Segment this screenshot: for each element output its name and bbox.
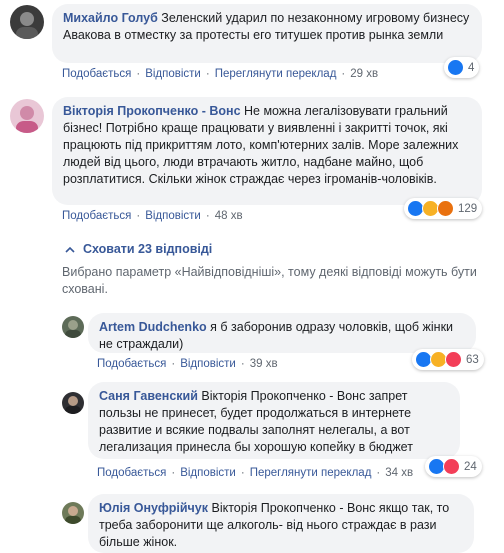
reaction-count: 24 [464,460,477,473]
comment-bubble: Михайло Голуб Зеленский ударил по незако… [52,4,482,63]
reaction-summary[interactable]: 63 [412,349,484,370]
reply-button[interactable]: Відповісти [145,68,201,80]
see-translation-link[interactable]: Переглянути переклад [250,467,372,479]
reply-author[interactable]: Artem Dudchenko [99,320,207,334]
like-button[interactable]: Подобається [97,467,166,479]
reply-mention[interactable]: Вікторія Прокопченко - Вонс [212,501,376,515]
avatar[interactable] [62,392,84,414]
reply-actions: Подобається · Відповісти · 39 хв [97,358,278,370]
reply-button[interactable]: Відповісти [180,358,236,370]
comment-author[interactable]: Вікторія Прокопченко - Вонс [63,104,241,118]
love-icon [445,351,462,368]
comment-bubble: Вікторія Прокопченко - Вонс Не можна лег… [52,97,482,205]
reply-button[interactable]: Відповісти [180,467,236,479]
timestamp[interactable]: 34 хв [385,467,413,479]
see-translation-link[interactable]: Переглянути переклад [215,68,337,80]
like-button[interactable]: Подобається [97,358,166,370]
comment-actions: Подобається · Відповісти · Переглянути перек… [62,68,379,80]
timestamp[interactable]: 29 хв [350,68,378,80]
angry-icon [437,200,454,217]
avatar[interactable] [10,5,44,39]
comment-actions: Подобається · Відповісти · 48 хв [62,210,243,222]
reply-actions: Подобається · Відповісти · Переглянути перек… [97,467,414,479]
reaction-count: 129 [458,202,478,215]
avatar-photo [62,392,84,414]
reply-author[interactable]: Саня Гавенский [99,389,198,403]
avatar-photo [62,502,84,524]
reaction-summary[interactable]: 129 [404,198,483,219]
timestamp[interactable]: 39 хв [250,358,278,370]
hide-replies-button[interactable]: Сховати 23 відповіді [65,242,212,256]
relevance-notice: Вибрано параметр «Найвідповідніші», тому… [62,265,477,296]
avatar[interactable] [62,502,84,524]
chevron-up-icon [65,244,75,254]
reply-bubble: Саня Гавенский Вікторія Прокопченко - Во… [88,382,460,459]
avatar-photo [62,316,84,338]
like-icon [447,59,464,76]
reaction-summary[interactable]: 4 [444,57,480,78]
avatar[interactable] [62,316,84,338]
reply-bubble: Юлія Онуфрійчук Вікторія Прокопченко - В… [88,494,474,553]
reaction-count: 4 [468,61,475,74]
reaction-summary[interactable]: 24 [425,456,482,477]
love-icon [443,458,460,475]
reaction-count: 63 [466,353,479,366]
hide-replies-label: Сховати 23 відповіді [83,242,213,256]
reply-bubble: Artem Dudchenko я б заборонив одразу чол… [88,313,476,353]
avatar-photo [10,5,44,39]
reply-button[interactable]: Відповісти [145,210,201,222]
like-button[interactable]: Подобається [62,68,131,80]
avatar-photo [10,99,44,133]
reply-mention[interactable]: Вікторія Прокопченко - Вонс [201,389,365,403]
avatar[interactable] [10,99,44,133]
like-button[interactable]: Подобається [62,210,131,222]
reply-author[interactable]: Юлія Онуфрійчук [99,501,208,515]
timestamp[interactable]: 48 хв [215,210,243,222]
comment-author[interactable]: Михайло Голуб [63,11,158,25]
